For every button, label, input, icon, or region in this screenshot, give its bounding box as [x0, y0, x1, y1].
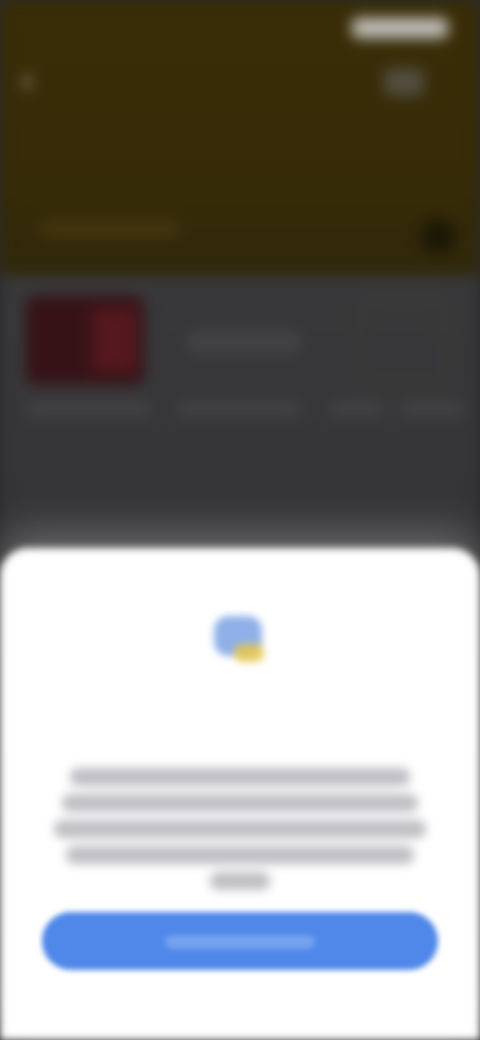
sheet-body: [54, 760, 426, 898]
body-line: [54, 820, 426, 838]
body-line: [210, 872, 270, 890]
primary-action-button[interactable]: [42, 912, 438, 970]
app-badge-icon: [210, 610, 270, 666]
body-line: [66, 846, 414, 864]
primary-action-label: [165, 935, 315, 950]
screen: ‹: [0, 0, 480, 1040]
body-line: [62, 794, 418, 812]
body-line: [70, 768, 410, 786]
